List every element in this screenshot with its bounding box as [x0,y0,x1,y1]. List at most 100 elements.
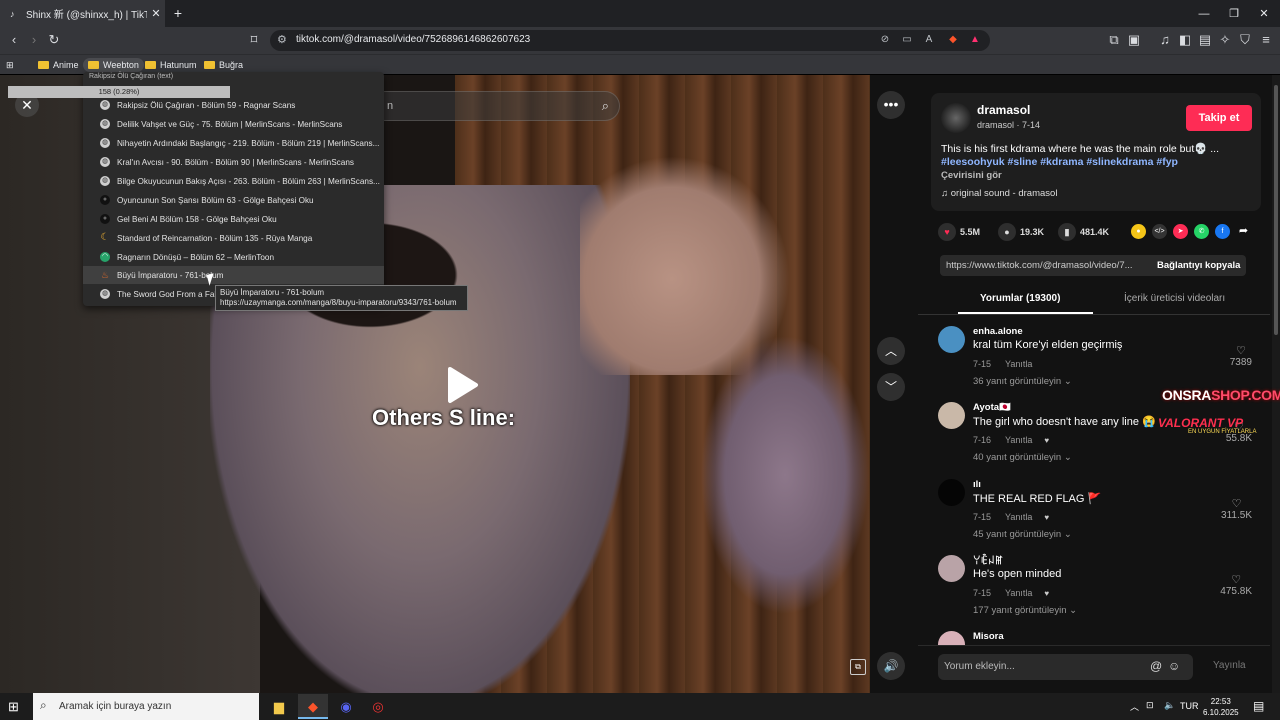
close-tab-icon[interactable]: ✕ [147,7,165,20]
repost-icon[interactable]: ● [1131,224,1146,239]
pip-icon[interactable]: ⧉ [850,659,866,675]
minimize-button[interactable]: — [1196,6,1212,22]
share-icon[interactable]: ➦ [1236,224,1251,239]
translate-icon[interactable]: A [922,33,936,47]
language-indicator[interactable]: TUR [1180,701,1199,711]
sidebar-icon[interactable]: ◧ [1177,32,1193,48]
bookmark-menu-item[interactable]: ● Gel Beni Al Bölüm 158 - Gölge Bahçesi O… [83,210,384,228]
bookmark-icon[interactable]: ⌑ [246,32,262,48]
bookmark-menu-item-hovered[interactable]: ♨ Büyü İmparatoru - 761-bolum [83,266,384,284]
view-replies-button[interactable]: 45 yanıt görüntüleyin ⌄ [973,529,1072,540]
reply-button[interactable]: Yanıtla [1005,512,1032,522]
back-button[interactable]: ‹ [6,32,22,48]
send-icon[interactable]: ➤ [1173,224,1188,239]
page-scrollbar[interactable] [1272,75,1280,693]
comment-username[interactable]: enha.alone [973,326,1023,337]
comment-avatar[interactable] [938,631,965,645]
brave-rewards-icon[interactable]: ▲ [968,33,982,47]
bookmark-menu-item[interactable]: ◍ Kral'ın Avcısı - 90. Bölüm - Bölüm 90 |… [83,153,384,171]
comment-like[interactable]: ♡ 475.8K [1220,573,1252,597]
translate-link[interactable]: Çevirisini gör [941,170,1002,181]
scrollbar-thumb[interactable] [1274,85,1278,335]
tracking-icon[interactable]: ⊘ [878,33,892,47]
embed-icon[interactable]: </> [1152,224,1167,239]
whatsapp-icon[interactable]: ✆ [1194,224,1209,239]
forward-button[interactable]: › [26,32,42,48]
notification-icon[interactable]: ▤ [1253,699,1264,713]
tab-creator-videos[interactable]: İçerik üreticisi videoları [1124,293,1225,304]
bookmark-menu-item[interactable]: ◠ Ragnarın Dönüşü – Bölüm 62 – MerlinToon [83,248,384,266]
username[interactable]: dramasol [977,103,1030,117]
like-button[interactable]: ♥ 5.5M [938,223,980,241]
reply-button[interactable]: Yanıtla [1005,359,1032,369]
tray-chevron-icon[interactable]: ︿ [1130,700,1139,713]
hashtags[interactable]: #leesoohyuk #sline #kdrama #slinekdrama … [941,156,1178,168]
post-comment-button[interactable]: Yayınla [1213,660,1246,671]
speaker-icon[interactable]: 🔈 [1164,700,1175,711]
bookmark-menu-item[interactable]: ◍ Bilge Okuyucunun Bakış Açısı - 263. Böl… [83,172,384,190]
copy-link-button[interactable]: Bağlantıyı kopyala [1157,260,1240,271]
windows-start-icon[interactable]: ⊞ [8,699,19,715]
cast-icon[interactable]: ▭ [900,33,914,47]
restore-button[interactable]: ❐ [1226,6,1242,22]
close-window-button[interactable]: ✕ [1256,6,1272,22]
play-icon[interactable] [442,365,482,405]
reload-button[interactable]: ↻ [46,32,62,48]
view-replies-button[interactable]: 177 yanıt görüntüleyin ⌄ [973,605,1077,616]
comment-like[interactable]: ♡ 7389 [1230,344,1252,368]
site-settings-icon[interactable]: ⚙ [277,33,287,46]
address-bar[interactable]: ⚙ tiktok.com/@dramasol/video/75268961468… [270,30,990,51]
brave-browser-icon[interactable]: ◆ [298,694,328,719]
facebook-icon[interactable]: f [1215,224,1230,239]
new-tab-button[interactable]: + [170,5,186,21]
tab-comments[interactable]: Yorumlar (19300) [980,293,1060,304]
view-replies-button[interactable]: 36 yanıt görüntüleyin ⌄ [973,376,1072,387]
reply-button[interactable]: Yanıtla [1005,588,1032,598]
file-explorer-icon[interactable]: ▆ [264,694,294,719]
tab-search-icon[interactable]: ▣ [1126,32,1142,48]
vpn-icon[interactable]: ⛉ [1237,32,1253,48]
comment-avatar[interactable] [938,326,965,353]
comment-avatar[interactable] [938,479,965,506]
save-button[interactable]: ▮ 481.4K [1058,223,1109,241]
volume-button[interactable]: 🔊 [877,652,905,680]
avatar[interactable] [941,103,971,133]
next-video-button[interactable]: ﹀ [877,373,905,401]
discord-icon[interactable]: ◉ [331,694,361,719]
wallet-icon[interactable]: ▤ [1197,32,1213,48]
bookmark-hatunum[interactable]: Hatunum [145,58,197,72]
search-icon[interactable]: ⌕ [602,98,609,114]
menu-icon[interactable]: ≡ [1258,32,1274,48]
network-icon[interactable]: ⊡ [1146,700,1154,711]
sound-link[interactable]: ♫ original sound - dramasol [941,188,1057,199]
comment-like[interactable]: ♡ 311.5K [1221,497,1252,521]
leo-ai-icon[interactable]: ✧ [1217,32,1233,48]
bookmark-anime[interactable]: Anime [38,58,79,72]
follow-button[interactable]: Takip et [1186,105,1252,131]
comment-button[interactable]: ● 19.3K [998,223,1044,241]
apps-icon[interactable]: ⊞ [6,58,14,72]
bookmark-menu-item[interactable]: ◍ Rakipsiz Ölü Çağıran - Bölüm 59 - Ragna… [83,96,384,114]
url-text[interactable]: tiktok.com/@dramasol/video/7526896146862… [296,34,530,45]
reply-button[interactable]: Yanıtla [1005,435,1032,445]
bookmark-menu-item[interactable]: ◍ Nihayetin Ardındaki Başlangıç - 219. Bö… [83,134,384,152]
video-link[interactable]: https://www.tiktok.com/@dramasol/video/7… [946,260,1141,271]
comment-avatar[interactable] [938,555,965,582]
mention-icon[interactable]: @ [1150,659,1162,673]
comment-username[interactable]: Ayota🇯🇵 [973,402,1011,413]
video-search-box[interactable]: n ⌕ [370,91,620,121]
obs-icon[interactable]: ◎ [363,694,393,719]
bookmark-menu-item[interactable]: ● Oyuncunun Son Şansı Bölüm 63 - Gölge Ba… [83,191,384,209]
extensions-icon[interactable]: ⧉ [1106,32,1122,48]
taskbar-clock[interactable]: 22:53 6.10.2025 [1203,696,1239,718]
comment-username[interactable]: ılı [973,479,981,490]
taskbar-search[interactable]: ⌕ Aramak için buraya yazın [33,693,259,720]
browser-tab-active[interactable]: ♪ Shinx 新 (@shinxx_h) | TikTok ✕ [0,0,165,27]
comment-avatar[interactable] [938,402,965,429]
media-icon[interactable]: ♫ [1157,32,1173,48]
view-replies-button[interactable]: 40 yanıt görüntüleyin ⌄ [973,452,1072,463]
comment-input[interactable]: Yorum ekleyin... @ ☺ [938,654,1193,680]
bookmark-menu-item[interactable]: ◍ Delilik Vahşet ve Güç - 75. Bölüm | Mer… [83,115,384,133]
bookmark-weebton[interactable]: Weebton [83,58,144,72]
comment-username[interactable]: Misora [973,631,1004,642]
